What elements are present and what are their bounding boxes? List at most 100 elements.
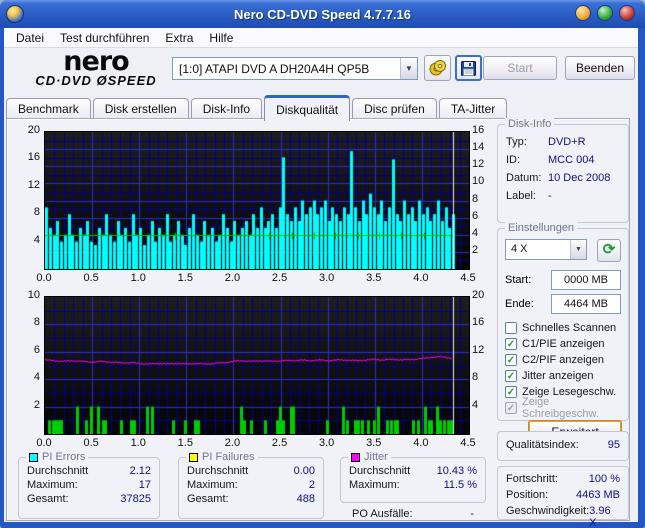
axis-tick-label: 4.0	[413, 437, 429, 449]
stats-title: PI Errors	[42, 451, 86, 463]
tab-disk-info[interactable]: Disk-Info	[190, 98, 263, 119]
close-button[interactable]	[619, 5, 635, 21]
axis-tick-label: 2.0	[224, 272, 241, 284]
stat-label: Maximum:	[349, 479, 400, 491]
axis-tick-label: 3.0	[319, 272, 335, 284]
axis-tick-label: 4	[472, 398, 479, 411]
chevron-down-icon[interactable]: ▼	[400, 58, 417, 79]
save-icon	[461, 60, 476, 76]
pi-failures-legend-swatch	[189, 452, 198, 462]
speed-select[interactable]: 4 X ▼	[505, 239, 587, 260]
menu-item-test-durchf-hren[interactable]: Test durchführen	[52, 29, 157, 47]
quality-index-value: 95	[607, 439, 620, 451]
start-button[interactable]: Start	[483, 56, 557, 80]
minimize-button[interactable]	[575, 5, 591, 21]
nero-logo-word: nero	[63, 46, 129, 77]
checkbox-c2-pif-anzeigen[interactable]: ✓ C2/PIF anzeigen	[505, 352, 628, 368]
start-field[interactable]	[551, 270, 621, 290]
menu-item-datei[interactable]: Datei	[8, 29, 52, 47]
axis-tick-label: 16	[27, 151, 40, 164]
axis-tick-label: 3.5	[366, 272, 382, 284]
tab-diskqualität[interactable]: Diskqualität	[264, 95, 351, 121]
progress-value: 3.96 X	[589, 505, 611, 528]
checkbox-icon[interactable]: ✓	[505, 386, 517, 398]
speed-select-value: 4 X	[511, 243, 528, 255]
checkbox-icon[interactable]	[505, 322, 517, 334]
stat-value: 10.43 %	[436, 465, 477, 477]
axis-tick-label: 0.0	[36, 437, 52, 449]
disk-info-title: Disk-Info	[508, 118, 552, 130]
menu-item-hilfe[interactable]: Hilfe	[201, 29, 241, 47]
stat-label: Gesamt:	[27, 493, 69, 505]
axis-tick-label: 1.5	[177, 437, 193, 449]
save-button[interactable]	[455, 55, 482, 81]
progress-label: Fortschritt:	[506, 473, 558, 485]
axis-tick-label: 8	[472, 192, 479, 205]
end-field[interactable]	[551, 294, 621, 314]
po-failures-label: PO Ausfälle:	[352, 508, 413, 520]
tab-disk-erstellen[interactable]: Disk erstellen	[92, 98, 189, 119]
maximize-button[interactable]	[597, 5, 613, 21]
disk-info-group: Disk-Info Typ: DVD+R ID: MCC 004 Datum: 10 De…	[497, 118, 629, 223]
tab-disc-prüfen[interactable]: Disc prüfen	[352, 98, 437, 119]
chevron-down-icon[interactable]: ▼	[570, 240, 586, 259]
window-title: Nero CD-DVD Speed 4.7.7.16	[233, 6, 411, 22]
stats-pi-failures-group: PI Failures Durchschnitt 0.00 Maximum: 2 Gesa…	[178, 451, 324, 519]
checkbox-schnelles-scannen[interactable]: Schnelles Scannen	[505, 320, 628, 336]
eject-disc-button[interactable]	[424, 55, 451, 81]
axis-tick-label: 20	[472, 289, 485, 301]
axis-tick-label: 4	[472, 226, 479, 239]
axis-tick-label: 2.0	[224, 437, 241, 449]
checkbox-label: Jitter anzeigen	[522, 370, 594, 382]
axis-tick-label: 6	[472, 209, 479, 222]
axis-tick-label: 8	[472, 371, 479, 384]
checkbox-label: Schnelles Scannen	[522, 322, 617, 334]
progress-value: 100 %	[588, 473, 620, 485]
axis-tick-label: 1.0	[130, 437, 146, 449]
jitter-legend-swatch	[351, 452, 360, 462]
disk-info-value: MCC 004	[548, 154, 595, 166]
checkbox-zeige-schreibgeschw-: ✓ Zeige Schreibgeschw.	[505, 396, 628, 420]
drive-select-value: [1:0] ATAPI DVD A DH20A4H QP5B	[179, 61, 370, 76]
axis-tick-label: 4.0	[413, 272, 429, 284]
progress-label: Position:	[506, 489, 549, 501]
quality-index-label: Qualitätsindex:	[506, 439, 579, 451]
stats-title: PI Failures	[202, 451, 255, 463]
axis-tick-label: 16	[472, 316, 485, 329]
nero-logo-subtitle: CD·DVD ØSPEED	[35, 73, 157, 88]
axis-tick-label: 4	[33, 233, 40, 246]
refresh-button[interactable]: ⟳	[597, 239, 621, 262]
stat-label: Durchschnitt	[187, 465, 249, 477]
axis-tick-label: 3.0	[319, 437, 335, 449]
progress-box: Fortschritt: 100 % Position: 4463 MB Geschwi…	[497, 466, 629, 528]
tab-benchmark[interactable]: Benchmark	[6, 98, 91, 119]
tab-ta-jitter[interactable]: TA-Jitter	[438, 98, 508, 119]
checkbox-icon: ✓	[505, 402, 517, 414]
checkbox-jitter-anzeigen[interactable]: ✓ Jitter anzeigen	[505, 368, 628, 384]
drive-select[interactable]: [1:0] ATAPI DVD A DH20A4H QP5B ▼	[172, 57, 418, 80]
checkbox-icon[interactable]: ✓	[505, 370, 517, 382]
axis-tick-label: 10	[27, 289, 40, 301]
axis-tick-label: 0.5	[83, 437, 99, 449]
stat-value: 11.5 %	[443, 479, 477, 491]
app-window: Nero CD-DVD Speed 4.7.7.16 Datei Test dur…	[0, 0, 645, 528]
disk-info-label: Datum:	[506, 172, 542, 184]
axis-tick-label: 3.5	[366, 437, 382, 449]
disk-info-value: DVD+R	[548, 136, 586, 148]
stat-value: 0.00	[293, 465, 315, 477]
tab-strip: Benchmark Disk erstellen Disk-Info Diskqual…	[6, 95, 509, 121]
axis-tick-label: 8	[33, 206, 40, 219]
checkbox-label: Zeige Schreibgeschw.	[521, 396, 599, 420]
checkbox-c1-pie-anzeigen[interactable]: ✓ C1/PIE anzeigen	[505, 336, 628, 352]
toolbar: nero CD·DVD ØSPEED [1:0] ATAPI DVD A DH2…	[4, 46, 638, 96]
quit-button[interactable]: Beenden	[565, 56, 635, 80]
axis-tick-label: 1.0	[130, 272, 146, 284]
menu-item-extra[interactable]: Extra	[157, 29, 201, 47]
axis-tick-label: 16	[472, 124, 485, 136]
axis-tick-label: 4.5	[460, 272, 476, 284]
checkbox-icon[interactable]: ✓	[505, 338, 517, 350]
checkbox-icon[interactable]: ✓	[505, 354, 517, 366]
axis-tick-label: 4	[33, 371, 40, 384]
disc-stack-icon	[429, 60, 446, 76]
stat-value: 17	[138, 479, 151, 491]
